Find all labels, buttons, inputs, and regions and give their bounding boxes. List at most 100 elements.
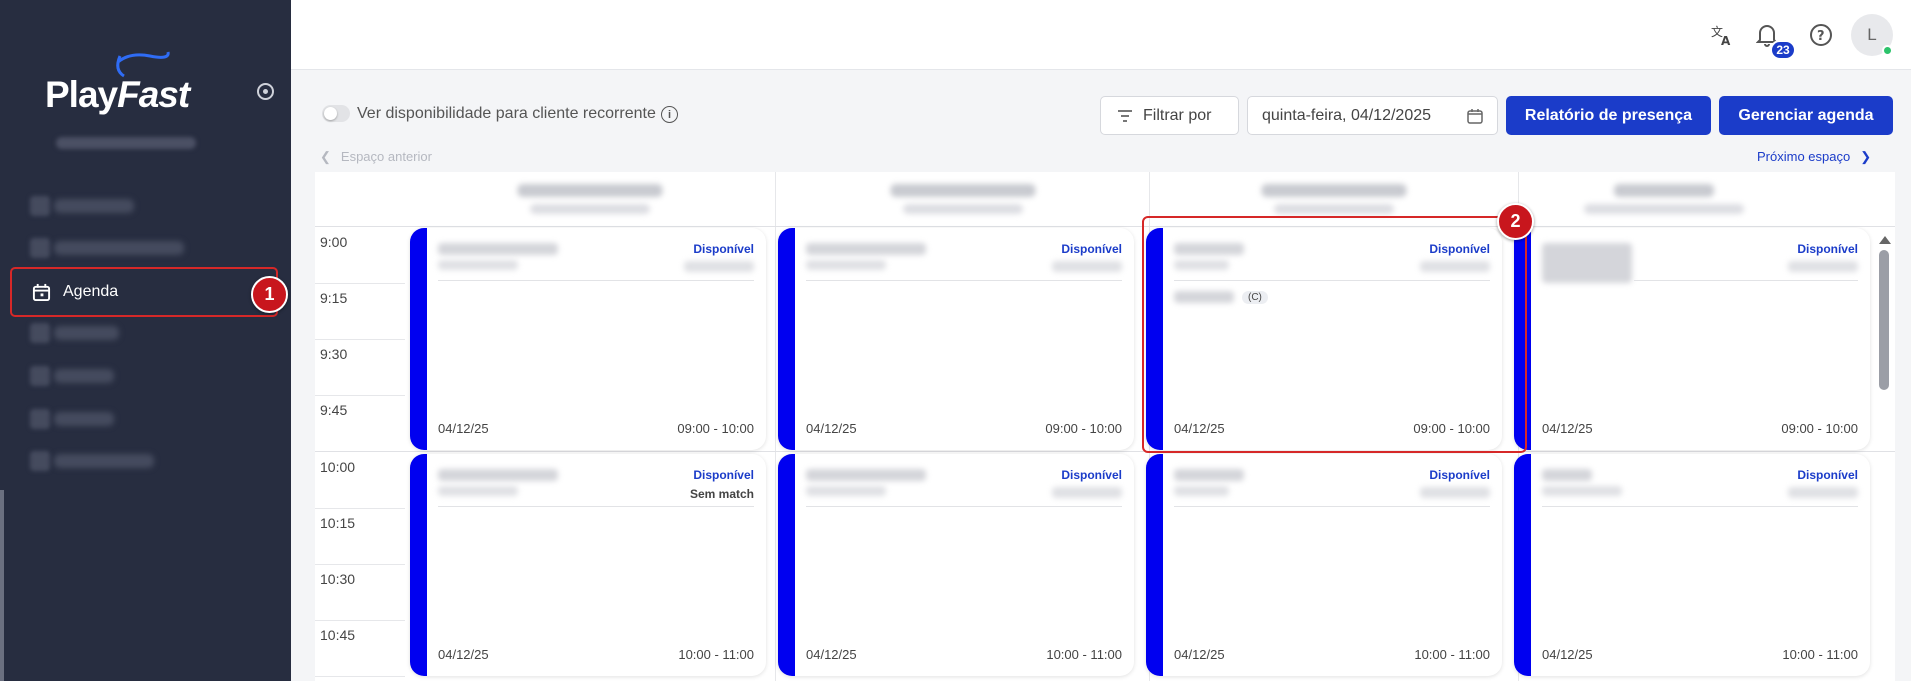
- sidebar-item-7[interactable]: [10, 437, 278, 485]
- calendar-icon: [1467, 108, 1483, 124]
- sidebar-item-label: Agenda: [63, 283, 119, 300]
- slot-match-status: Sem match: [689, 487, 754, 501]
- sidebar-item-1[interactable]: [10, 182, 278, 230]
- sidebar-item-6[interactable]: [10, 395, 278, 443]
- time-label: 9:30: [320, 346, 348, 362]
- slot-status: Disponível: [1797, 468, 1858, 482]
- slot-card[interactable]: Disponível 04/12/25 10:00 - 11:00: [778, 454, 1134, 676]
- recurring-client-toggle[interactable]: [322, 105, 350, 122]
- time-label: 9:45: [320, 402, 348, 418]
- next-space-link[interactable]: Próximo espaço ❯: [1757, 149, 1871, 165]
- slot-card[interactable]: Disponível 04/12/25 09:00 - 10:00: [410, 228, 766, 450]
- sidebar-item-icon: [30, 451, 50, 471]
- online-status-dot: [1882, 45, 1893, 56]
- svg-text:A: A: [1721, 34, 1731, 47]
- scroll-up-icon[interactable]: [1879, 236, 1891, 244]
- slot-status: Disponível: [1061, 468, 1122, 482]
- filter-label: Filtrar por: [1143, 106, 1212, 124]
- sidebar-item-icon: [30, 196, 50, 216]
- sidebar-item-icon: [30, 238, 50, 258]
- sidebar-subtitle: [56, 137, 196, 149]
- slot-date: 04/12/25: [438, 647, 489, 662]
- sidebar-item-icon: [30, 323, 50, 343]
- slot-status: Disponível: [1429, 242, 1490, 256]
- sidebar-item-5[interactable]: [10, 352, 278, 400]
- column-header-1: [405, 172, 775, 226]
- slot-time: 10:00 - 11:00: [678, 647, 754, 662]
- sidebar-item-label: [54, 199, 134, 213]
- chevron-right-icon: ❯: [1860, 149, 1872, 164]
- sidebar-item-label: [54, 454, 154, 468]
- filter-icon: [1118, 109, 1132, 122]
- slot-date: 04/12/25: [1174, 647, 1225, 662]
- column-header-2: [776, 172, 1149, 226]
- time-label: 9:00: [320, 234, 348, 250]
- grid-scrollbar[interactable]: [1877, 232, 1891, 681]
- info-icon[interactable]: i: [661, 106, 678, 123]
- previous-space-link[interactable]: ❮ Espaço anterior: [320, 149, 432, 165]
- chevron-left-icon: ❮: [320, 149, 331, 164]
- slot-date: 04/12/25: [1542, 647, 1593, 662]
- column-header-3: [1150, 172, 1518, 226]
- sidebar-item-icon: [30, 366, 50, 386]
- notification-count-badge: 23: [1770, 40, 1796, 60]
- slot-card[interactable]: Disponível 04/12/25 10:00 - 11:00: [1514, 454, 1870, 676]
- help-icon[interactable]: ?: [1808, 22, 1834, 48]
- slot-time: 09:00 - 10:00: [1045, 421, 1122, 436]
- playfast-logo: PlayFast: [45, 74, 190, 115]
- sidebar-item-label: [54, 326, 119, 340]
- slot-status: Disponível: [1061, 242, 1122, 256]
- svg-text:?: ?: [1817, 29, 1825, 44]
- time-label: 10:30: [320, 571, 356, 587]
- previous-space-label: Espaço anterior: [340, 149, 432, 164]
- filter-button[interactable]: Filtrar por: [1100, 96, 1239, 135]
- sidebar-item-label: [54, 369, 114, 383]
- step-badge-2: 2: [1497, 203, 1534, 240]
- sidebar-item-2[interactable]: [10, 224, 278, 272]
- slot-time: 10:00 - 11:00: [1046, 647, 1122, 662]
- slot-date: 04/12/25: [438, 421, 489, 436]
- slot-date: 04/12/25: [806, 647, 857, 662]
- collapse-sidebar-icon[interactable]: [257, 83, 274, 100]
- step-badge-1: 1: [251, 276, 288, 313]
- sidebar-item-icon: [30, 409, 50, 429]
- scroll-thumb[interactable]: [1879, 250, 1889, 390]
- time-label: 10:00: [320, 459, 356, 475]
- date-picker[interactable]: quinta-feira, 04/12/2025: [1247, 96, 1498, 135]
- calendar-icon: [32, 283, 51, 301]
- column-header-4: [1519, 172, 1809, 226]
- slot-card[interactable]: Disponível 04/12/25 09:00 - 10:00: [1514, 228, 1870, 450]
- sidebar-scrollbar[interactable]: [0, 490, 4, 681]
- slot-status: Disponível: [1429, 468, 1490, 482]
- slot-time: 10:00 - 11:00: [1414, 647, 1490, 662]
- slot-status: Disponível: [693, 468, 754, 482]
- next-space-label: Próximo espaço: [1757, 149, 1851, 164]
- slot-status: Disponível: [693, 242, 754, 256]
- sidebar-item-4[interactable]: [10, 309, 278, 357]
- slot-status: Disponível: [1797, 242, 1858, 256]
- slot-time: 10:00 - 11:00: [1782, 647, 1858, 662]
- sidebar: PlayFast Agenda: [0, 0, 291, 681]
- date-value: quinta-feira, 04/12/2025: [1262, 106, 1432, 124]
- sidebar-item-label: [54, 241, 184, 255]
- manage-schedule-button[interactable]: Gerenciar agenda: [1719, 96, 1893, 135]
- slot-date: 04/12/25: [1542, 421, 1593, 436]
- slot-time: 09:00 - 10:00: [1413, 421, 1490, 436]
- time-label: 9:15: [320, 290, 348, 306]
- time-label: 10:45: [320, 627, 356, 643]
- slot-card[interactable]: Disponível 04/12/25 09:00 - 10:00: [778, 228, 1134, 450]
- top-header: [291, 0, 1911, 70]
- slot-date: 04/12/25: [806, 421, 857, 436]
- attendance-report-button[interactable]: Relatório de presença: [1506, 96, 1711, 135]
- slot-card[interactable]: Disponível (C) 04/12/25 09:00 - 10:00: [1146, 228, 1502, 450]
- time-label: 10:15: [320, 515, 356, 531]
- slot-card[interactable]: Disponível 04/12/25 10:00 - 11:00: [1146, 454, 1502, 676]
- recurring-client-label: Ver disponibilidade para cliente recorre…: [357, 105, 656, 122]
- translate-icon[interactable]: 文A: [1709, 22, 1735, 48]
- sidebar-item-label: [54, 412, 114, 426]
- slot-date: 04/12/25: [1174, 421, 1225, 436]
- slot-card[interactable]: Disponível Sem match 04/12/25 10:00 - 11…: [410, 454, 766, 676]
- slot-time: 09:00 - 10:00: [1781, 421, 1858, 436]
- slot-time: 09:00 - 10:00: [677, 421, 754, 436]
- slot-tag: (C): [1242, 291, 1268, 304]
